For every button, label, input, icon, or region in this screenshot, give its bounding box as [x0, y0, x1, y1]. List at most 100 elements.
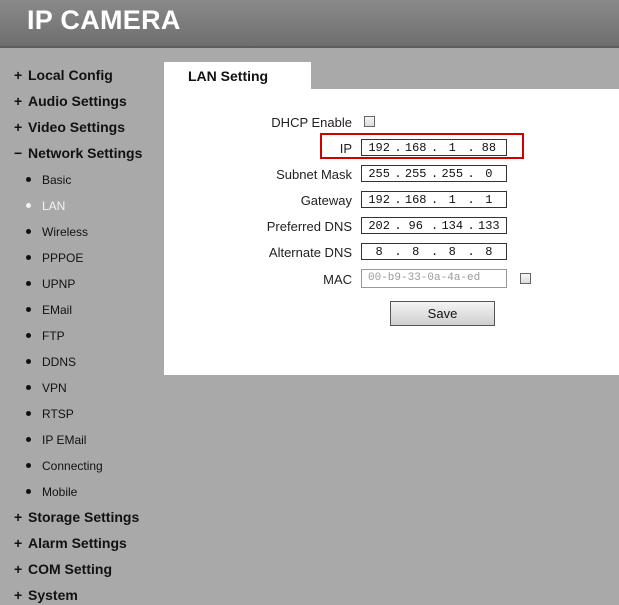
bullet-icon: [26, 385, 31, 391]
bullet-icon: [26, 281, 31, 287]
sidebar-item-lan[interactable]: LAN: [26, 197, 65, 215]
alternate-dns-field[interactable]: 8. 8. 8. 8: [361, 243, 507, 260]
sidebar-item-upnp[interactable]: UPNP: [26, 275, 75, 293]
ip-address-field[interactable]: 192. 168. 1. 88: [361, 139, 507, 156]
adns-octet-4[interactable]: 8: [478, 245, 500, 259]
expand-icon: +: [14, 509, 23, 525]
ip-octet-4[interactable]: 88: [478, 141, 500, 155]
adns-octet-1[interactable]: 8: [368, 245, 390, 259]
sidebar-item-label: UPNP: [42, 277, 76, 291]
save-button[interactable]: Save: [390, 301, 495, 326]
sidebar-item-ddns[interactable]: DDNS: [26, 353, 76, 371]
tab-label: LAN Setting: [188, 68, 269, 84]
tab-lan-setting[interactable]: LAN Setting: [164, 62, 311, 89]
sidebar-item-basic[interactable]: Basic: [26, 171, 71, 189]
ip-octet-1[interactable]: 192: [368, 141, 390, 155]
sidebar-section-com-setting[interactable]: + COM Setting: [14, 559, 112, 579]
gateway-field[interactable]: 192. 168. 1. 1: [361, 191, 507, 208]
preferred-dns-field[interactable]: 202. 96. 134. 133: [361, 217, 507, 234]
pdns-octet-2[interactable]: 96: [405, 219, 427, 233]
adns-octet-2[interactable]: 8: [405, 245, 427, 259]
sidebar-section-label: Network Settings: [28, 145, 143, 161]
pdns-octet-4[interactable]: 133: [478, 219, 500, 233]
dhcp-enable-label: DHCP Enable: [271, 115, 352, 130]
sidebar-item-label: VPN: [42, 381, 67, 395]
bullet-icon: [26, 229, 31, 235]
sidebar-section-label: Local Config: [28, 67, 113, 83]
sidebar-item-label: Basic: [42, 173, 72, 187]
sidebar-section-label: Alarm Settings: [28, 535, 127, 551]
ip-label: IP: [339, 141, 352, 156]
sidebar-item-label: EMail: [42, 303, 73, 317]
sidebar-item-label: FTP: [42, 329, 65, 343]
sidebar-item-ftp[interactable]: FTP: [26, 327, 65, 345]
gateway-octet-4[interactable]: 1: [478, 193, 500, 207]
expand-icon: +: [14, 535, 23, 551]
bullet-icon: [26, 307, 31, 313]
sidebar-section-storage-settings[interactable]: + Storage Settings: [14, 507, 139, 527]
subnet-octet-4[interactable]: 0: [478, 167, 500, 181]
sidebar-section-network-settings[interactable]: − Network Settings: [14, 143, 142, 163]
lan-setting-panel: DHCP Enable IP 192. 168. 1. 88 Subnet Ma…: [164, 89, 619, 375]
sidebar: + Local Config + Audio Settings + Video Set…: [0, 0, 164, 604]
pdns-octet-3[interactable]: 134: [441, 219, 463, 233]
bullet-icon: [26, 255, 31, 261]
sidebar-item-label: Wireless: [42, 225, 89, 239]
sidebar-item-pppoe[interactable]: PPPOE: [26, 249, 83, 267]
expand-icon: +: [14, 67, 23, 83]
sidebar-section-audio-settings[interactable]: + Audio Settings: [14, 91, 127, 111]
sidebar-item-label: Connecting: [42, 459, 103, 473]
bullet-icon: [26, 411, 31, 417]
bullet-icon: [26, 359, 31, 365]
sidebar-item-label: PPPOE: [42, 251, 84, 265]
mac-checkbox[interactable]: [520, 273, 531, 284]
sidebar-item-label: LAN: [42, 199, 66, 213]
sidebar-item-rtsp[interactable]: RTSP: [26, 405, 74, 423]
sidebar-item-mobile[interactable]: Mobile: [26, 483, 77, 501]
gateway-octet-3[interactable]: 1: [441, 193, 463, 207]
sidebar-section-alarm-settings[interactable]: + Alarm Settings: [14, 533, 127, 553]
collapse-icon: −: [14, 145, 23, 161]
bullet-icon: [26, 177, 31, 183]
subnet-octet-1[interactable]: 255: [368, 167, 390, 181]
bullet-icon: [26, 463, 31, 469]
bullet-icon: [26, 437, 31, 443]
sidebar-item-label: DDNS: [42, 355, 77, 369]
adns-octet-3[interactable]: 8: [441, 245, 463, 259]
expand-icon: +: [14, 587, 23, 603]
sidebar-section-label: Video Settings: [28, 119, 125, 135]
sidebar-section-label: COM Setting: [28, 561, 112, 577]
subnet-octet-2[interactable]: 255: [405, 167, 427, 181]
expand-icon: +: [14, 93, 23, 109]
ip-octet-2[interactable]: 168: [405, 141, 427, 155]
sidebar-section-video-settings[interactable]: + Video Settings: [14, 117, 125, 137]
subnet-mask-field[interactable]: 255. 255. 255. 0: [361, 165, 507, 182]
subnet-mask-label: Subnet Mask: [276, 167, 352, 182]
bullet-icon: [26, 489, 31, 495]
sidebar-item-label: Mobile: [42, 485, 78, 499]
preferred-dns-label: Preferred DNS: [266, 219, 352, 234]
sidebar-item-email[interactable]: EMail: [26, 301, 72, 319]
gateway-octet-2[interactable]: 168: [405, 193, 427, 207]
expand-icon: +: [14, 561, 23, 577]
sidebar-section-label: Storage Settings: [28, 509, 140, 525]
sidebar-item-label: RTSP: [42, 407, 74, 421]
sidebar-item-connecting[interactable]: Connecting: [26, 457, 103, 475]
sidebar-item-label: IP EMail: [42, 433, 87, 447]
alternate-dns-label: Alternate DNS: [268, 245, 352, 260]
ip-octet-3[interactable]: 1: [441, 141, 463, 155]
sidebar-section-label: Audio Settings: [28, 93, 127, 109]
sidebar-item-ip-email[interactable]: IP EMail: [26, 431, 86, 449]
expand-icon: +: [14, 119, 23, 135]
bullet-icon: [26, 333, 31, 339]
sidebar-item-wireless[interactable]: Wireless: [26, 223, 88, 241]
sidebar-section-system[interactable]: + System: [14, 585, 78, 605]
sidebar-section-local-config[interactable]: + Local Config: [14, 65, 113, 85]
sidebar-item-vpn[interactable]: VPN: [26, 379, 67, 397]
subnet-octet-3[interactable]: 255: [441, 167, 463, 181]
dhcp-enable-checkbox[interactable]: [364, 116, 375, 127]
pdns-octet-1[interactable]: 202: [368, 219, 390, 233]
mac-address-field[interactable]: 00-b9-33-0a-4a-ed: [361, 269, 507, 288]
gateway-octet-1[interactable]: 192: [368, 193, 390, 207]
mac-label: MAC: [323, 272, 352, 287]
